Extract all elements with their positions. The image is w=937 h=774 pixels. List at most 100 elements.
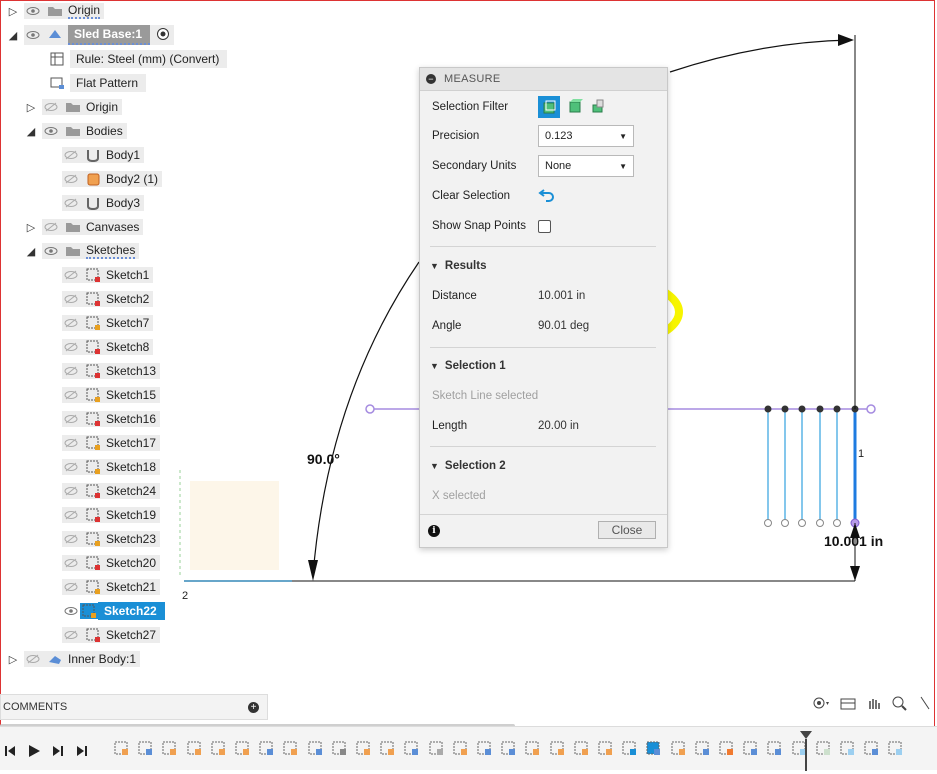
tree-node-flat-pattern[interactable]: Flat Pattern — [44, 73, 147, 93]
tree-node-rule[interactable]: Rule: Steel (mm) (Convert) — [44, 49, 228, 69]
expand-arrow-icon[interactable]: ▷ — [6, 4, 20, 18]
play-icon[interactable] — [28, 745, 40, 760]
secondary-units-dropdown[interactable]: None ▼ — [538, 155, 634, 177]
selection1-section-header[interactable]: ▼ Selection 1 — [430, 360, 506, 372]
collapse-arrow-icon[interactable]: ◢ — [6, 28, 20, 42]
eye-hidden-icon[interactable] — [62, 268, 80, 282]
tree-node-sketch[interactable]: Sketch27 — [62, 625, 161, 645]
tree-node-body[interactable]: Body1 — [62, 145, 145, 165]
add-comment-icon[interactable]: + — [248, 701, 259, 713]
filter-component-button[interactable] — [592, 98, 608, 117]
timeline-feature-icon[interactable] — [332, 741, 346, 755]
pan-icon[interactable] — [865, 695, 883, 714]
eye-hidden-icon[interactable] — [62, 364, 80, 378]
tree-node-origin-top[interactable]: ▷ Origin — [6, 1, 105, 21]
eye-hidden-icon[interactable] — [62, 316, 80, 330]
timeline-feature-icon[interactable] — [646, 741, 661, 755]
timeline-feature-icon[interactable] — [356, 741, 370, 755]
tree-node-sketch[interactable]: Sketch8 — [62, 337, 154, 357]
timeline-feature-icon[interactable] — [864, 741, 879, 755]
timeline-feature-icon[interactable] — [622, 741, 637, 755]
timeline-marker-icon[interactable] — [800, 731, 812, 774]
tree-node-sketch[interactable]: Sketch15 — [62, 385, 161, 405]
eye-icon[interactable] — [24, 28, 42, 42]
collapse-arrow-icon[interactable]: ◢ — [24, 124, 38, 138]
timeline-feature-icon[interactable] — [501, 741, 516, 755]
timeline-feature-icon[interactable] — [477, 741, 491, 755]
tree-node-sketch[interactable]: Sketch21 — [62, 577, 161, 597]
timeline-feature-icon[interactable] — [767, 741, 782, 755]
tree-node-inner-body[interactable]: ▷ Inner Body:1 — [6, 649, 141, 669]
eye-hidden-icon[interactable] — [62, 436, 80, 450]
orbit-icon[interactable] — [811, 695, 831, 714]
tree-node-sketch[interactable]: Sketch24 — [62, 481, 161, 501]
eye-hidden-icon[interactable] — [62, 196, 80, 210]
eye-hidden-icon[interactable] — [62, 628, 80, 642]
timeline-feature-icon[interactable] — [453, 741, 467, 755]
timeline-feature-icon[interactable] — [235, 741, 249, 755]
collapse-arrow-icon[interactable]: ◢ — [24, 244, 38, 258]
go-to-end-icon[interactable] — [76, 745, 88, 760]
precision-dropdown[interactable]: 0.123 ▼ — [538, 125, 634, 147]
timeline-feature-icon[interactable] — [308, 741, 322, 755]
eye-hidden-icon[interactable] — [62, 580, 80, 594]
timeline-feature-icon[interactable] — [429, 741, 443, 755]
expand-arrow-icon[interactable]: ▷ — [24, 220, 38, 234]
eye-hidden-icon[interactable] — [62, 412, 80, 426]
filter-body-button[interactable] — [568, 98, 584, 117]
tree-node-sketch[interactable]: Sketch16 — [62, 409, 161, 429]
activate-radio-icon[interactable] — [156, 27, 170, 44]
timeline-feature-icon[interactable] — [743, 741, 758, 755]
timeline-feature-icon[interactable] — [840, 741, 854, 755]
timeline-feature-icon[interactable] — [187, 741, 201, 755]
tree-node-sketch[interactable]: Sketch7 — [62, 313, 154, 333]
expand-arrow-icon[interactable]: ▷ — [24, 100, 38, 114]
timeline-feature-icon[interactable] — [598, 741, 612, 755]
timeline-feature-icon[interactable] — [719, 741, 733, 755]
timeline-feature-icon[interactable] — [380, 741, 395, 755]
tree-node-sketch[interactable]: Sketch2 — [62, 289, 154, 309]
fit-icon[interactable] — [919, 695, 931, 714]
info-icon[interactable]: i — [428, 525, 440, 537]
measure-panel-header[interactable]: − MEASURE — [420, 68, 667, 91]
go-to-start-icon[interactable] — [4, 745, 16, 760]
tree-node-sketch[interactable]: Sketch19 — [62, 505, 161, 525]
timeline-feature-icon[interactable] — [138, 741, 153, 755]
eye-hidden-icon[interactable] — [62, 292, 80, 306]
tree-node-component[interactable]: ◢ Sled Base:1 — [6, 25, 175, 45]
tree-node-sketch[interactable]: Sketch18 — [62, 457, 161, 477]
eye-hidden-icon[interactable] — [62, 556, 80, 570]
timeline-feature-icon[interactable] — [550, 741, 564, 755]
timeline-feature-icon[interactable] — [259, 741, 274, 755]
timeline-feature-icon[interactable] — [816, 741, 830, 755]
eye-hidden-icon[interactable] — [62, 460, 80, 474]
selection2-section-header[interactable]: ▼ Selection 2 — [430, 460, 506, 472]
tree-node-sketches[interactable]: ◢ Sketches — [24, 241, 140, 261]
eye-icon[interactable] — [42, 244, 60, 258]
timeline-feature-icon[interactable] — [525, 741, 540, 755]
tree-node-sketch[interactable]: Sketch1 — [62, 265, 154, 285]
eye-hidden-icon[interactable] — [62, 388, 80, 402]
eye-hidden-icon[interactable] — [62, 340, 80, 354]
snap-points-checkbox[interactable] — [538, 219, 551, 233]
tree-node-sketch[interactable]: Sketch17 — [62, 433, 161, 453]
eye-icon[interactable] — [24, 4, 42, 18]
tree-node-bodies[interactable]: ◢ Bodies — [24, 121, 127, 141]
timeline-feature-icon[interactable] — [211, 741, 225, 755]
tree-node-canvases[interactable]: ▷ Canvases — [24, 217, 144, 237]
clear-selection-button[interactable] — [538, 187, 556, 206]
look-at-icon[interactable] — [839, 695, 857, 714]
timeline-feature-icon[interactable] — [888, 741, 903, 755]
comments-bar[interactable]: COMMENTS + — [0, 694, 268, 720]
results-section-header[interactable]: ▼ Results — [430, 260, 486, 272]
step-forward-icon[interactable] — [52, 745, 64, 760]
timeline-feature-icon[interactable] — [671, 741, 685, 755]
eye-hidden-icon[interactable] — [62, 508, 80, 522]
eye-hidden-icon[interactable] — [24, 652, 42, 666]
timeline-feature-icon[interactable] — [404, 741, 419, 755]
eye-hidden-icon[interactable] — [62, 484, 80, 498]
tree-node-body[interactable]: Body2 (1) — [62, 169, 163, 189]
timeline-feature-icon[interactable] — [162, 741, 177, 755]
timeline-feature-icon[interactable] — [574, 741, 588, 755]
eye-hidden-icon[interactable] — [62, 532, 80, 546]
